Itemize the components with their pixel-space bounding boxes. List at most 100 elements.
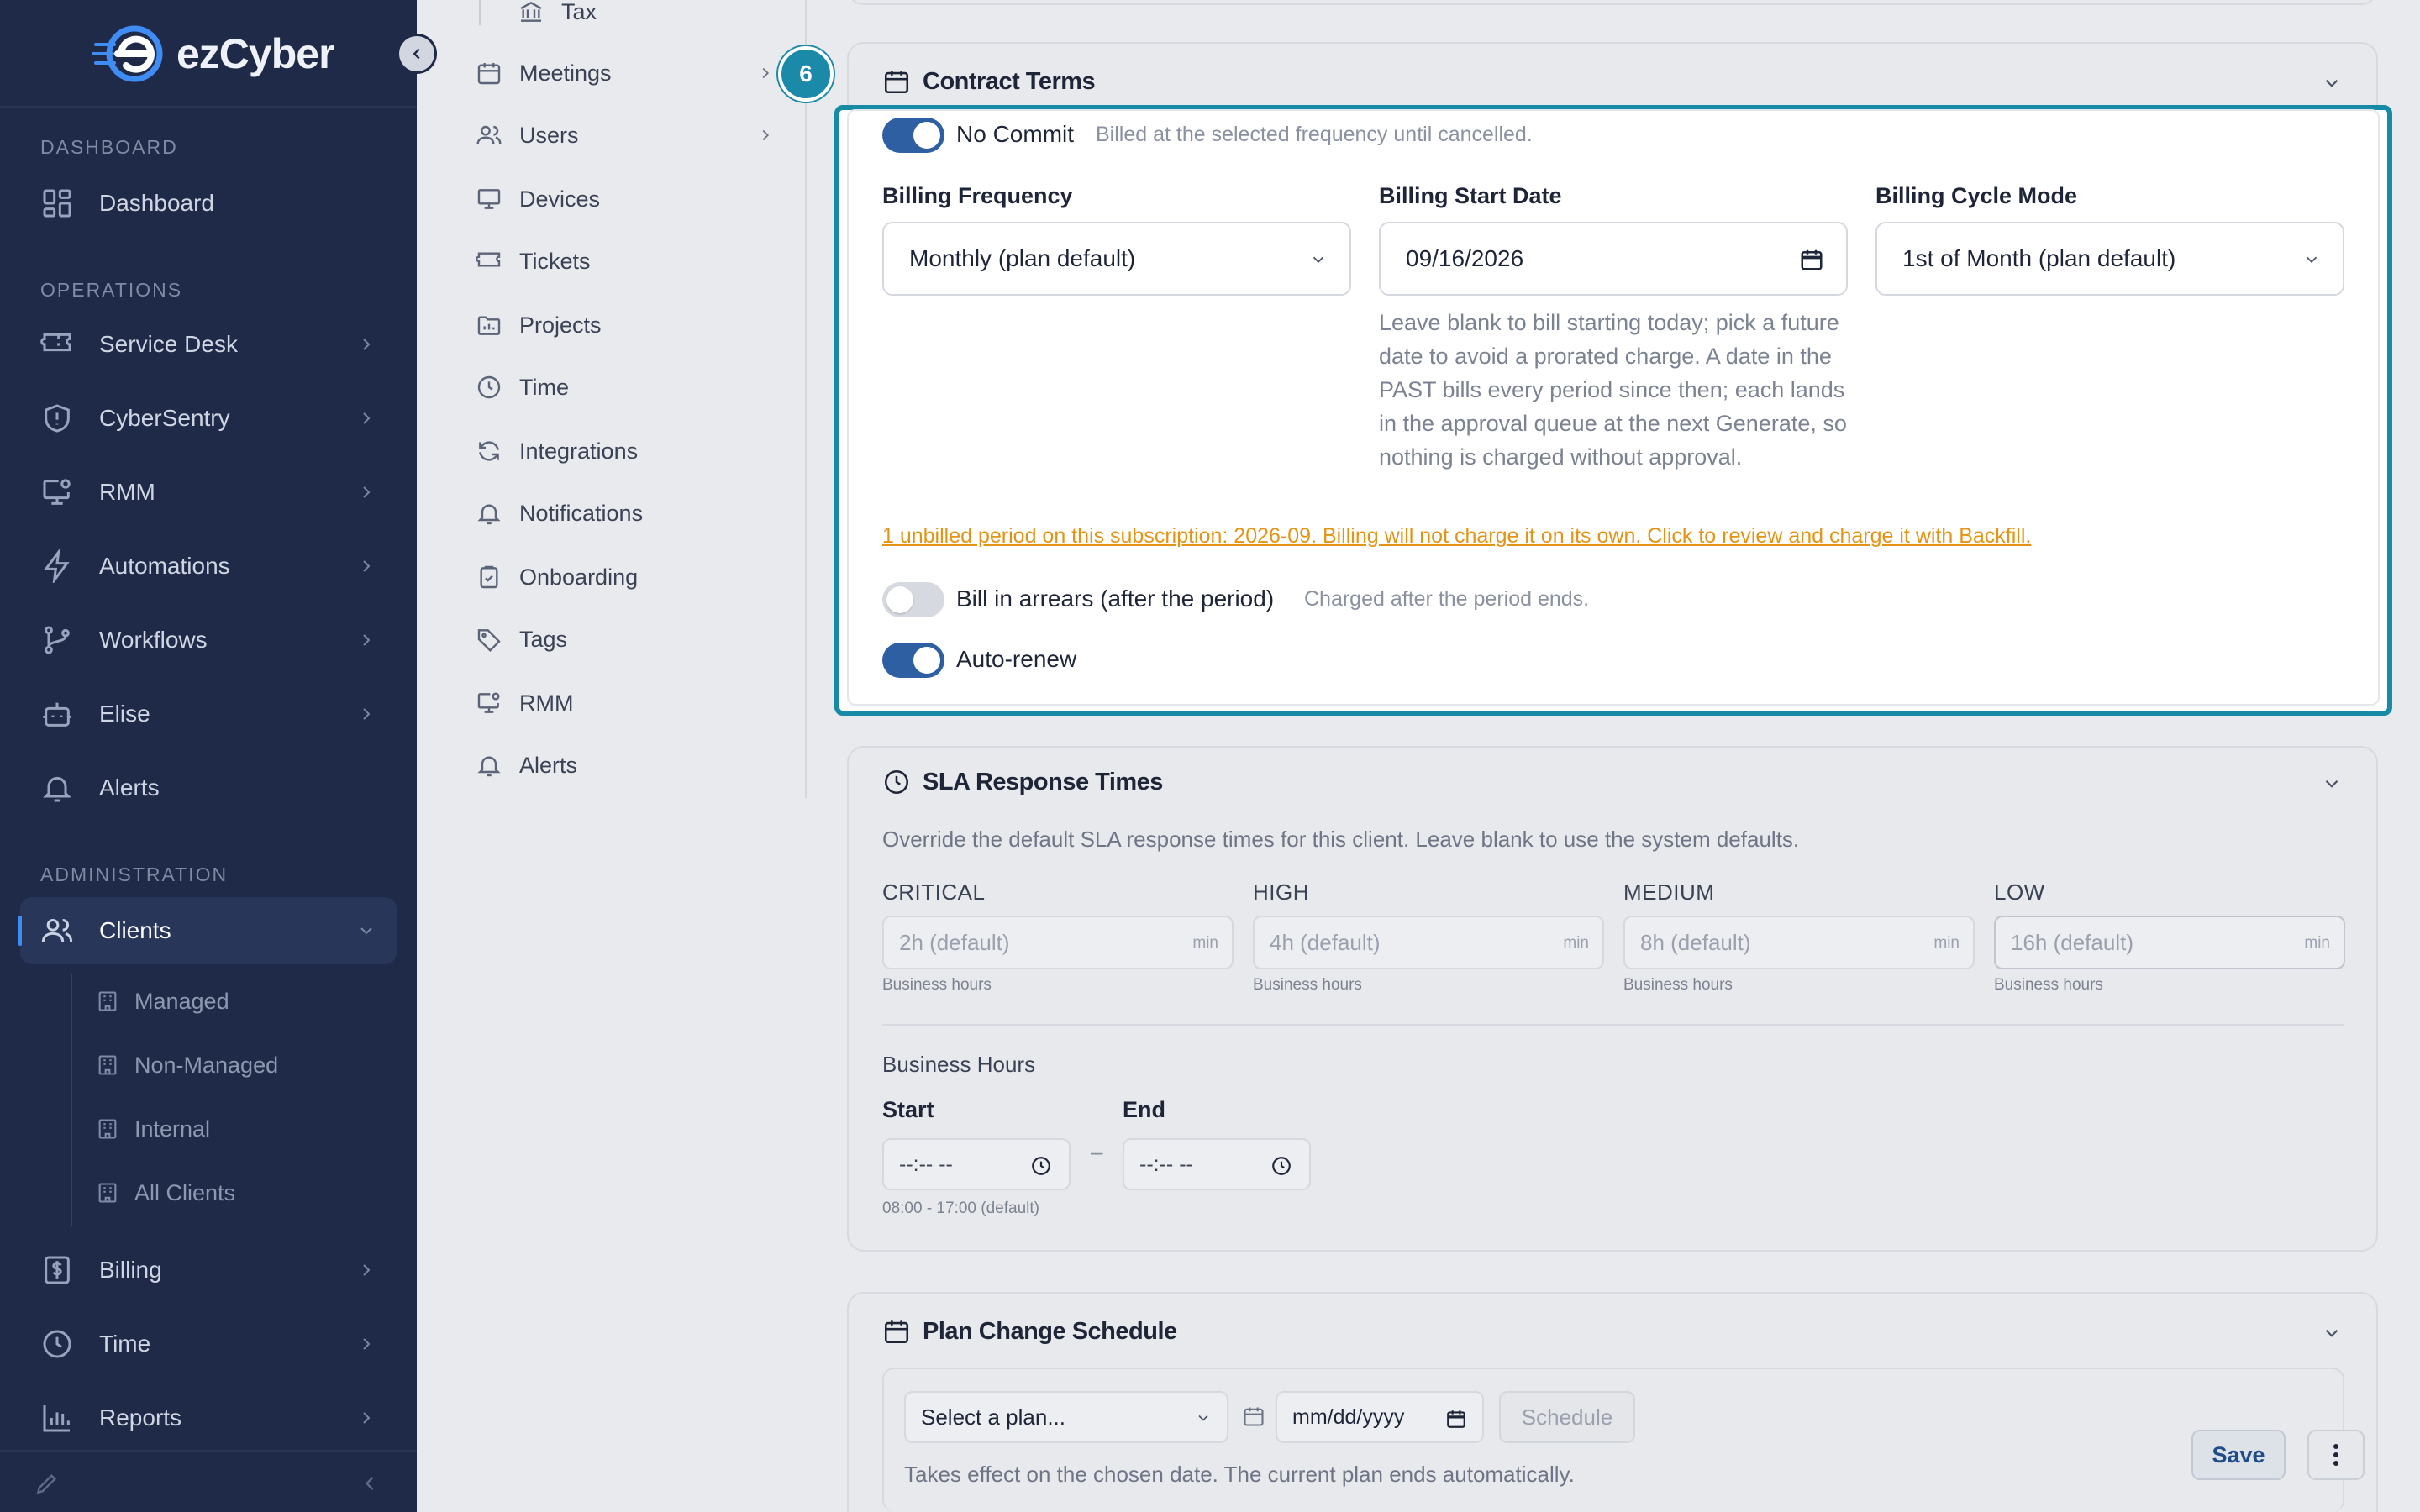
no-commit-toggle[interactable] bbox=[882, 118, 944, 153]
critical-label: CRITICAL bbox=[882, 879, 986, 905]
settings-item-tickets[interactable]: Tickets bbox=[476, 236, 591, 286]
chevron-right-icon bbox=[363, 634, 371, 646]
sla-header[interactable]: SLA Response Times bbox=[882, 768, 1163, 796]
sidebar-item-automations[interactable]: Automations bbox=[20, 533, 397, 600]
more-options-button[interactable] bbox=[2307, 1430, 2365, 1480]
plan-select-placeholder: Select a plan... bbox=[921, 1404, 1065, 1430]
panel-title: Contract Terms bbox=[923, 67, 1096, 95]
sidebar-item-elise[interactable]: Elise bbox=[20, 680, 397, 748]
plan-select[interactable]: Select a plan... bbox=[904, 1391, 1228, 1443]
panel-title: SLA Response Times bbox=[923, 768, 1163, 795]
arrears-toggle[interactable] bbox=[882, 582, 944, 617]
billing-cycle-label: Billing Cycle Mode bbox=[1876, 183, 2078, 208]
sidebar-item-alerts[interactable]: Alerts bbox=[20, 754, 397, 822]
critical-sla-input[interactable]: 2h (default) min bbox=[882, 916, 1234, 969]
calendar-icon[interactable] bbox=[1445, 1408, 1467, 1430]
building-icon bbox=[98, 1183, 117, 1203]
sidebar-item-label: Service Desk bbox=[99, 331, 238, 357]
kebab-menu-icon bbox=[2333, 1444, 2338, 1466]
auto-renew-toggle[interactable] bbox=[882, 643, 944, 678]
settings-item-devices[interactable]: Devices bbox=[476, 174, 600, 224]
sidebar-item-service-desk[interactable]: Service Desk bbox=[20, 311, 397, 378]
active-indicator bbox=[18, 916, 22, 946]
settings-item-tax[interactable]: Tax bbox=[518, 0, 597, 37]
bolt-icon bbox=[43, 549, 70, 583]
plan-change-date-input[interactable]: mm/dd/yyyy bbox=[1276, 1391, 1484, 1443]
sidebar-item-label: RMM bbox=[99, 479, 155, 505]
chevron-right-icon bbox=[363, 560, 371, 572]
settings-tree-line bbox=[479, 0, 481, 25]
chevron-right-icon bbox=[762, 129, 770, 141]
chevron-left-icon[interactable] bbox=[358, 1472, 381, 1495]
settings-item-time[interactable]: Time bbox=[476, 362, 569, 412]
settings-item-label: Projects bbox=[519, 312, 602, 338]
high-sla-input[interactable]: 4h (default) min bbox=[1253, 916, 1604, 969]
settings-item-label: Tax bbox=[561, 0, 597, 24]
sidebar-item-label: Dashboard bbox=[99, 190, 214, 216]
sidebar-item-billing[interactable]: Billing bbox=[20, 1236, 397, 1304]
sidebar-item-clients[interactable]: Clients bbox=[20, 897, 397, 964]
sla-divider bbox=[882, 1024, 2344, 1026]
chevron-right-icon bbox=[363, 412, 371, 424]
settings-item-alerts[interactable]: Alerts bbox=[476, 740, 577, 790]
sidebar-subitem-internal[interactable]: Internal bbox=[96, 1104, 210, 1154]
end-time-input[interactable]: --:-- -- bbox=[1123, 1138, 1311, 1190]
plan-change-header[interactable]: Plan Change Schedule bbox=[882, 1317, 1177, 1346]
sidebar-item-reports[interactable]: Reports bbox=[20, 1384, 397, 1452]
calendar-icon[interactable] bbox=[1799, 247, 1824, 272]
clock-icon bbox=[477, 375, 501, 399]
schedule-button[interactable]: Schedule bbox=[1499, 1391, 1635, 1443]
bot-icon bbox=[43, 702, 71, 727]
settings-item-integrations[interactable]: Integrations bbox=[476, 426, 638, 476]
arrears-description: Charged after the period ends. bbox=[1304, 587, 1590, 611]
settings-item-projects[interactable]: Projects bbox=[476, 300, 602, 350]
billing-cycle-select[interactable]: 1st of Month (plan default) bbox=[1876, 222, 2344, 296]
billing-frequency-select[interactable]: Monthly (plan default) bbox=[882, 222, 1351, 296]
sidebar-subitem-managed[interactable]: Managed bbox=[96, 976, 229, 1026]
settings-item-label: Tickets bbox=[519, 248, 591, 274]
start-time-input[interactable]: --:-- -- bbox=[882, 1138, 1071, 1190]
sidebar-item-workflows[interactable]: Workflows bbox=[20, 606, 397, 674]
chevron-down-icon[interactable] bbox=[2321, 72, 2343, 94]
chevron-down-icon[interactable] bbox=[2321, 1322, 2343, 1344]
unbilled-period-link[interactable]: 1 unbilled period on this subscription: … bbox=[882, 524, 2031, 549]
shield-icon bbox=[45, 404, 70, 433]
settings-item-tags[interactable]: Tags bbox=[476, 614, 567, 664]
sidebar-item-label: Automations bbox=[99, 553, 230, 579]
low-sla-input[interactable]: 16h (default) min bbox=[1994, 916, 2345, 969]
ezcyber-logo[interactable]: ezCyber bbox=[92, 20, 335, 87]
sidebar-item-label: Reports bbox=[99, 1404, 182, 1431]
chevron-down-icon[interactable] bbox=[2321, 773, 2343, 795]
pencil-icon[interactable] bbox=[34, 1470, 60, 1497]
sidebar-item-cybersentry[interactable]: CyberSentry bbox=[20, 385, 397, 452]
sla-description: Override the default SLA response times … bbox=[882, 827, 1800, 852]
sidebar-collapse-button[interactable] bbox=[397, 34, 437, 74]
settings-item-meetings[interactable]: Meetings bbox=[476, 48, 612, 98]
billing-start-date-input[interactable]: 09/16/2026 bbox=[1379, 222, 1848, 296]
monitor-icon bbox=[477, 189, 501, 209]
logo-mark-icon bbox=[92, 25, 163, 82]
medium-sla-input[interactable]: 8h (default) min bbox=[1623, 916, 1975, 969]
critical-placeholder: 2h (default) bbox=[899, 929, 1010, 955]
no-commit-label: No Commit bbox=[956, 121, 1075, 147]
dollar-icon bbox=[45, 1256, 70, 1284]
contract-terms-header[interactable]: Contract Terms bbox=[882, 67, 1096, 96]
high-hint: Business hours bbox=[1253, 976, 1362, 994]
section-label-operations: OPERATIONS bbox=[40, 279, 183, 301]
sidebar-subitem-all-clients[interactable]: All Clients bbox=[96, 1168, 235, 1218]
sidebar-subitem-label: All Clients bbox=[134, 1179, 236, 1205]
sidebar-item-label: CyberSentry bbox=[99, 405, 230, 431]
sidebar-item-rmm[interactable]: RMM bbox=[20, 459, 397, 526]
sidebar-item-dashboard[interactable]: Dashboard bbox=[20, 170, 397, 237]
settings-item-notifications[interactable]: Notifications bbox=[476, 488, 643, 538]
high-placeholder: 4h (default) bbox=[1270, 929, 1381, 955]
save-button[interactable]: Save bbox=[2191, 1430, 2286, 1480]
settings-item-onboarding[interactable]: Onboarding bbox=[476, 552, 638, 602]
sidebar-item-time[interactable]: Time bbox=[20, 1310, 397, 1378]
building-icon bbox=[98, 1119, 117, 1139]
settings-item-label: Meetings bbox=[519, 60, 612, 86]
settings-item-rmm[interactable]: RMM bbox=[476, 678, 573, 728]
sidebar-item-label: Elise bbox=[99, 701, 150, 727]
settings-item-users[interactable]: Users bbox=[476, 110, 579, 160]
sidebar-subitem-non-managed[interactable]: Non-Managed bbox=[96, 1040, 278, 1090]
